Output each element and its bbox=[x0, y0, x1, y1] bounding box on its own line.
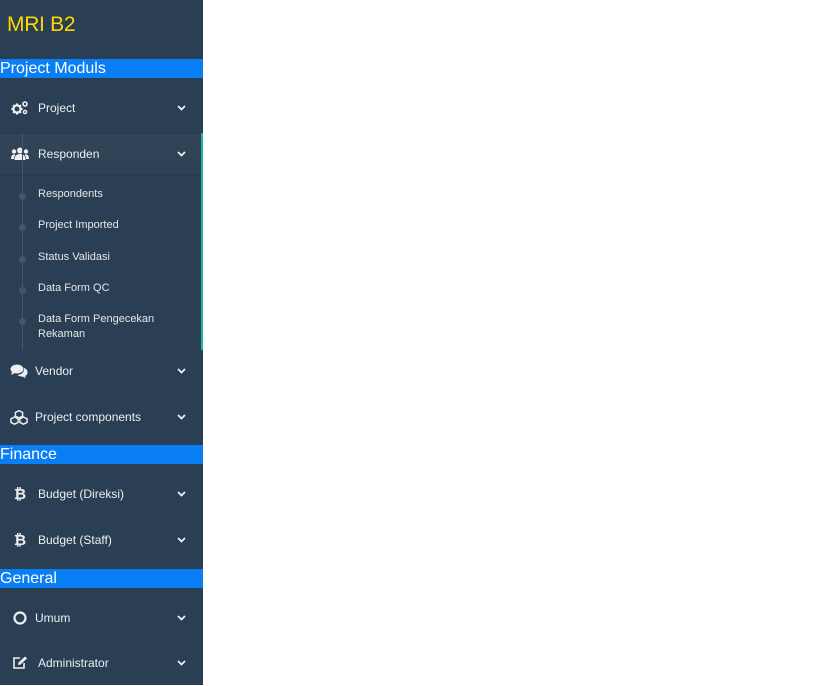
bullet-icon bbox=[19, 224, 26, 231]
submenu-item-status-validasi[interactable]: Status Validasi bbox=[0, 250, 200, 266]
submenu-item-label: Project Imported bbox=[38, 219, 119, 231]
menu-item-responden[interactable]: Responden bbox=[0, 133, 203, 175]
submenu-item-data-form-qc[interactable]: Data Form QC bbox=[0, 281, 200, 297]
sidebar: MRI B2 Project Moduls Project Responden … bbox=[0, 0, 203, 685]
menu-item-vendor[interactable]: Vendor bbox=[0, 348, 203, 394]
users-icon bbox=[11, 145, 29, 163]
circle-icon bbox=[11, 609, 29, 627]
menu-item-label: Responden bbox=[38, 147, 100, 161]
menu-item-label: Project components bbox=[35, 410, 142, 424]
submenu-item-project-imported[interactable]: Project Imported bbox=[0, 218, 200, 234]
bullet-icon bbox=[19, 318, 26, 325]
bitcoin-icon: ₿ bbox=[13, 531, 27, 549]
bullet-icon bbox=[19, 287, 26, 294]
section-header-general: General bbox=[0, 569, 203, 588]
chevron-down-icon bbox=[176, 366, 186, 376]
chevron-down-icon bbox=[176, 613, 186, 623]
menu-item-umum[interactable]: Umum bbox=[0, 595, 203, 641]
submenu-item-label: Data Form Pengecekan Rekaman bbox=[38, 313, 155, 340]
comments-icon bbox=[10, 362, 28, 380]
edit-icon bbox=[11, 654, 29, 672]
chevron-down-icon bbox=[176, 489, 186, 499]
cogs-icon bbox=[11, 99, 29, 117]
section-header-project-moduls: Project Moduls bbox=[0, 59, 203, 78]
submenu-item-label: Respondents bbox=[38, 188, 103, 200]
bitcoin-icon: ₿ bbox=[13, 485, 27, 503]
brand-title[interactable]: MRI B2 bbox=[7, 13, 76, 37]
menu-item-label: Budget (Staff) bbox=[38, 533, 112, 547]
submenu-item-data-form-pengecekan-rekaman[interactable]: Data Form Pengecekan Rekaman bbox=[0, 312, 200, 344]
chevron-down-icon bbox=[176, 149, 186, 159]
menu-item-label: Umum bbox=[35, 611, 71, 625]
cubes-icon bbox=[10, 408, 28, 426]
bullet-icon bbox=[19, 256, 26, 263]
menu-item-label: Budget (Direksi) bbox=[38, 487, 125, 501]
section-header-finance: Finance bbox=[0, 445, 203, 464]
menu-item-budget-staff[interactable]: ₿ Budget (Staff) bbox=[0, 517, 203, 563]
chevron-down-icon bbox=[176, 412, 186, 422]
chevron-down-icon bbox=[176, 103, 186, 113]
menu-item-label: Vendor bbox=[35, 364, 74, 378]
menu-item-budget-direksi[interactable]: ₿ Budget (Direksi) bbox=[0, 471, 203, 517]
menu-item-project-components[interactable]: Project components bbox=[0, 394, 203, 440]
submenu-item-label: Data Form QC bbox=[38, 282, 110, 294]
menu-item-label: Project bbox=[38, 101, 76, 115]
bullet-icon bbox=[19, 193, 26, 200]
menu-item-project[interactable]: Project bbox=[0, 85, 203, 131]
main-content-area bbox=[203, 0, 819, 685]
menu-item-administrator[interactable]: Administrator bbox=[0, 640, 203, 686]
chevron-down-icon bbox=[176, 658, 186, 668]
submenu-item-respondents[interactable]: Respondents bbox=[0, 187, 200, 203]
chevron-down-icon bbox=[176, 535, 186, 545]
submenu-item-label: Status Validasi bbox=[38, 251, 110, 263]
menu-item-label: Administrator bbox=[38, 656, 109, 670]
